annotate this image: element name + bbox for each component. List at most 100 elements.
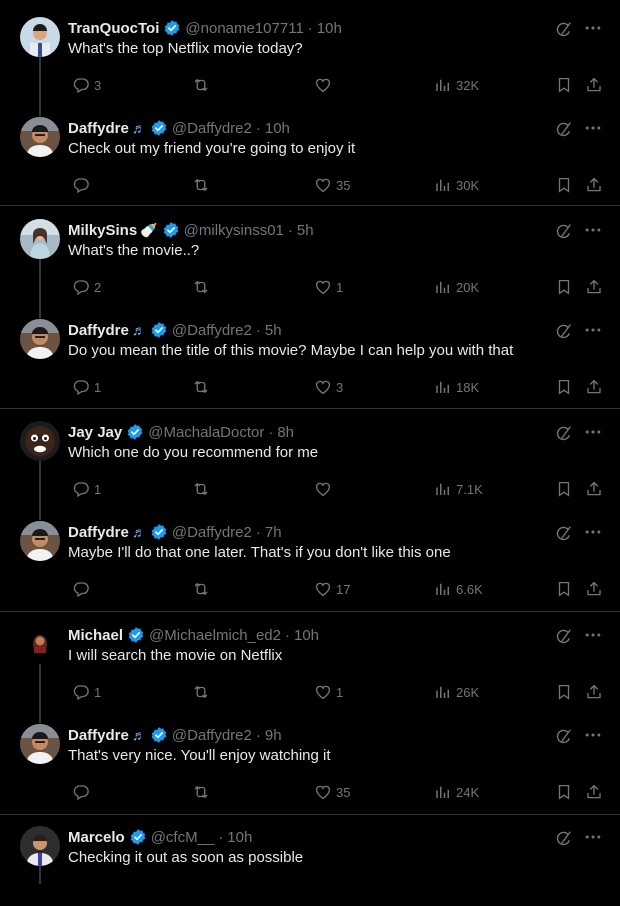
more-icon[interactable] (583, 522, 603, 542)
retweet-button[interactable] (188, 682, 214, 702)
bookmark-button[interactable] (551, 479, 573, 499)
timestamp[interactable]: 9h (265, 727, 282, 744)
reply-button[interactable] (68, 175, 94, 195)
user-handle[interactable]: @MachalaDoctor (148, 424, 264, 441)
avatar[interactable] (20, 826, 60, 866)
display-name[interactable]: MilkySins (68, 222, 137, 239)
grok-icon[interactable] (555, 829, 573, 847)
display-name[interactable]: Daffydre (68, 322, 129, 339)
like-button[interactable]: 35 (310, 782, 350, 802)
like-button[interactable] (310, 479, 336, 499)
bookmark-button[interactable] (551, 377, 573, 397)
views-button[interactable]: 24K (430, 782, 479, 802)
display-name[interactable]: TranQuocToi (68, 20, 159, 37)
more-icon[interactable] (583, 320, 603, 340)
user-handle[interactable]: @noname107711 (185, 20, 303, 37)
display-name[interactable]: Michael (68, 627, 123, 644)
more-icon[interactable] (583, 220, 603, 240)
more-icon[interactable] (583, 827, 603, 847)
like-button[interactable]: 3 (310, 377, 343, 397)
like-button[interactable]: 35 (310, 175, 350, 195)
views-button[interactable]: 26K (430, 682, 479, 702)
user-handle[interactable]: @Daffydre2 (172, 727, 252, 744)
retweet-button[interactable] (188, 782, 214, 802)
share-button[interactable] (581, 682, 603, 702)
grok-icon[interactable] (555, 727, 573, 745)
timestamp[interactable]: 10h (317, 20, 342, 37)
display-name[interactable]: Jay Jay (68, 424, 122, 441)
grok-icon[interactable] (555, 322, 573, 340)
display-name[interactable]: Daffydre (68, 524, 129, 541)
timestamp[interactable]: 5h (265, 322, 282, 339)
retweet-button[interactable] (188, 277, 214, 297)
timestamp[interactable]: 8h (277, 424, 294, 441)
retweet-button[interactable] (188, 175, 214, 195)
like-button[interactable]: 1 (310, 277, 343, 297)
bookmark-button[interactable] (551, 682, 573, 702)
grok-icon[interactable] (555, 627, 573, 645)
avatar[interactable] (20, 624, 60, 664)
share-button[interactable] (581, 479, 603, 499)
bookmark-button[interactable] (551, 175, 573, 195)
user-handle[interactable]: @Daffydre2 (172, 524, 252, 541)
user-handle[interactable]: @Daffydre2 (172, 322, 252, 339)
display-name[interactable]: Marcelo (68, 829, 125, 846)
user-handle[interactable]: @Michaelmich_ed2 (149, 627, 281, 644)
grok-icon[interactable] (555, 20, 573, 38)
reply-button[interactable]: 3 (68, 75, 101, 95)
grok-icon[interactable] (555, 222, 573, 240)
reply-button[interactable] (68, 782, 94, 802)
retweet-button[interactable] (188, 75, 214, 95)
display-name[interactable]: Daffydre (68, 727, 129, 744)
like-button[interactable]: 1 (310, 682, 343, 702)
views-button[interactable]: 30K (430, 175, 479, 195)
share-button[interactable] (581, 579, 603, 599)
views-button[interactable]: 18K (430, 377, 479, 397)
timestamp[interactable]: 5h (297, 222, 314, 239)
views-button[interactable]: 7.1K (430, 479, 483, 499)
avatar[interactable] (20, 219, 60, 259)
share-button[interactable] (581, 277, 603, 297)
like-button[interactable]: 17 (310, 579, 350, 599)
display-name[interactable]: Daffydre (68, 120, 129, 137)
avatar[interactable] (20, 17, 60, 57)
more-icon[interactable] (583, 18, 603, 38)
avatar[interactable] (20, 319, 60, 359)
share-button[interactable] (581, 377, 603, 397)
more-icon[interactable] (583, 422, 603, 442)
bookmark-button[interactable] (551, 277, 573, 297)
avatar[interactable] (20, 724, 60, 764)
timestamp[interactable]: 10h (265, 120, 290, 137)
bookmark-button[interactable] (551, 782, 573, 802)
views-button[interactable]: 32K (430, 75, 479, 95)
avatar[interactable] (20, 117, 60, 157)
more-icon[interactable] (583, 725, 603, 745)
user-handle[interactable]: @cfcM__ (151, 829, 215, 846)
grok-icon[interactable] (555, 120, 573, 138)
timestamp[interactable]: 10h (227, 829, 252, 846)
retweet-button[interactable] (188, 479, 214, 499)
timestamp[interactable]: 10h (294, 627, 319, 644)
bookmark-button[interactable] (551, 75, 573, 95)
share-button[interactable] (581, 175, 603, 195)
grok-icon[interactable] (555, 424, 573, 442)
retweet-button[interactable] (188, 579, 214, 599)
reply-button[interactable]: 1 (68, 377, 101, 397)
reply-button[interactable]: 2 (68, 277, 101, 297)
user-handle[interactable]: @Daffydre2 (172, 120, 252, 137)
bookmark-button[interactable] (551, 579, 573, 599)
avatar[interactable] (20, 521, 60, 561)
views-button[interactable]: 6.6K (430, 579, 483, 599)
avatar[interactable] (20, 421, 60, 461)
grok-icon[interactable] (555, 524, 573, 542)
share-button[interactable] (581, 782, 603, 802)
timestamp[interactable]: 7h (265, 524, 282, 541)
reply-button[interactable] (68, 579, 94, 599)
reply-button[interactable]: 1 (68, 479, 101, 499)
more-icon[interactable] (583, 118, 603, 138)
views-button[interactable]: 20K (430, 277, 479, 297)
share-button[interactable] (581, 75, 603, 95)
more-icon[interactable] (583, 625, 603, 645)
user-handle[interactable]: @milkysinss01 (184, 222, 284, 239)
retweet-button[interactable] (188, 377, 214, 397)
